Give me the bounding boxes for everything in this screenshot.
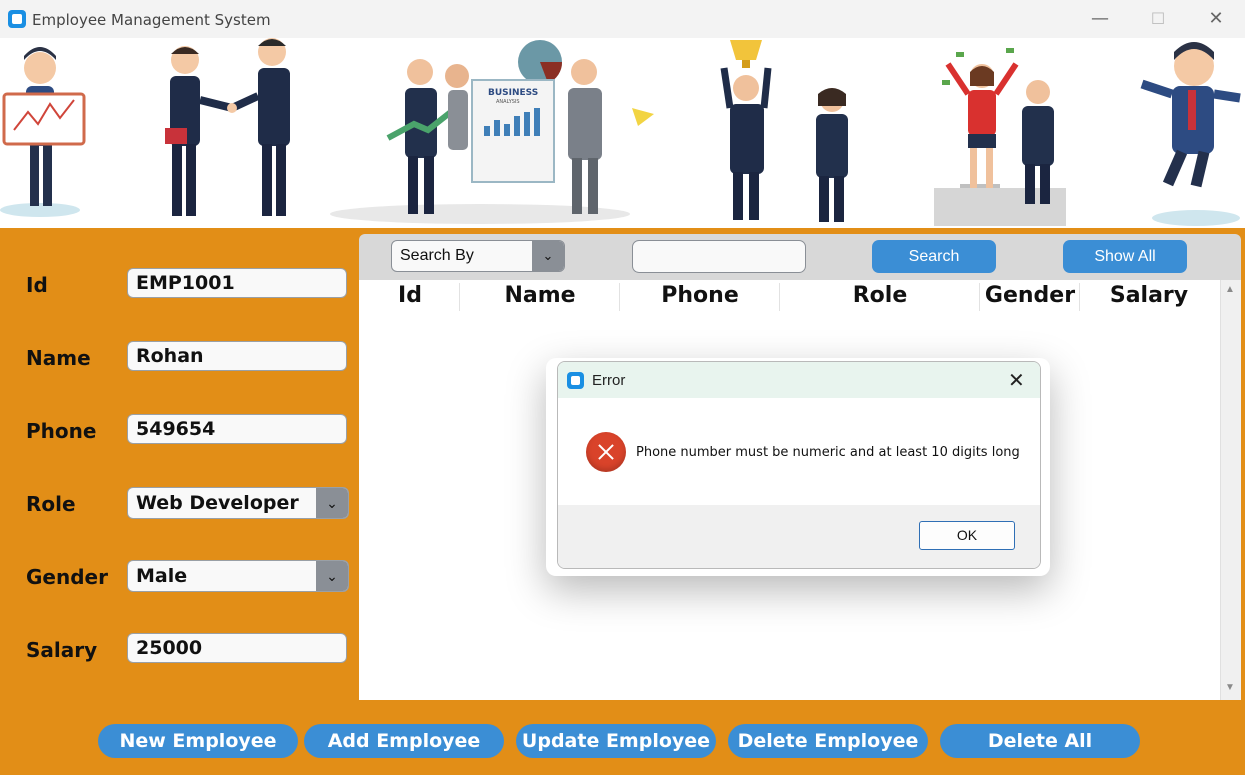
update-employee-button[interactable]: Update Employee bbox=[516, 724, 716, 758]
minimize-button[interactable]: — bbox=[1071, 0, 1129, 38]
gender-selected-value: Male bbox=[136, 565, 188, 587]
close-button[interactable]: ✕ bbox=[1187, 0, 1245, 38]
window-title: Employee Management System bbox=[32, 11, 271, 29]
chevron-down-icon[interactable]: ⌄ bbox=[316, 561, 348, 591]
column-header-gender[interactable]: Gender bbox=[980, 283, 1080, 309]
delete-employee-button[interactable]: Delete Employee bbox=[728, 724, 928, 758]
column-header-salary[interactable]: Salary bbox=[1080, 283, 1218, 309]
jumping-figure bbox=[1140, 42, 1241, 226]
scroll-down-icon[interactable]: ▼ bbox=[1225, 682, 1235, 693]
name-field[interactable]: Rohan bbox=[127, 341, 347, 371]
column-header-name[interactable]: Name bbox=[460, 283, 620, 309]
dialog-message: Phone number must be numeric and at leas… bbox=[636, 445, 1020, 460]
salary-label: Salary bbox=[26, 638, 98, 662]
column-header-role[interactable]: Role bbox=[780, 283, 980, 309]
handshake-figures bbox=[165, 38, 290, 216]
banner-illustration: BUSINESS ANALYSIS bbox=[0, 38, 1245, 228]
role-select[interactable]: Web Developer ⌄ bbox=[127, 487, 349, 519]
app-icon bbox=[567, 372, 584, 389]
maximize-button[interactable]: ☐ bbox=[1129, 0, 1187, 38]
error-dialog: Error ✕ Phone number must be numeric and… bbox=[557, 361, 1041, 569]
column-header-phone[interactable]: Phone bbox=[620, 283, 780, 309]
business-analysis-group: BUSINESS ANALYSIS bbox=[330, 40, 654, 224]
scroll-up-icon[interactable]: ▲ bbox=[1225, 284, 1235, 295]
delete-all-button[interactable]: Delete All bbox=[940, 724, 1140, 758]
phone-label: Phone bbox=[26, 419, 97, 443]
gender-label: Gender bbox=[26, 565, 108, 589]
business-people-illustration: BUSINESS ANALYSIS bbox=[0, 38, 1241, 226]
role-label: Role bbox=[26, 492, 76, 516]
svg-text:BUSINESS: BUSINESS bbox=[488, 88, 538, 98]
show-all-button[interactable]: Show All bbox=[1063, 240, 1187, 273]
podium-figures bbox=[934, 48, 1066, 226]
search-by-selected-value: Search By bbox=[400, 247, 474, 264]
svg-text:ANALYSIS: ANALYSIS bbox=[496, 99, 520, 105]
error-icon bbox=[586, 432, 626, 472]
salary-field[interactable]: 25000 bbox=[127, 633, 347, 663]
table-scrollbar[interactable]: ▲ ▼ bbox=[1220, 280, 1241, 700]
dialog-title-bar: Error ✕ bbox=[558, 362, 1040, 398]
phone-field[interactable]: 549654 bbox=[127, 414, 347, 444]
id-label: Id bbox=[26, 273, 48, 297]
id-field[interactable]: EMP1001 bbox=[127, 268, 347, 298]
presenter-figure bbox=[0, 47, 86, 217]
ok-button[interactable]: OK bbox=[919, 521, 1015, 550]
search-input[interactable] bbox=[632, 240, 806, 273]
gender-select[interactable]: Male ⌄ bbox=[127, 560, 349, 592]
role-selected-value: Web Developer bbox=[136, 492, 299, 514]
dialog-close-button[interactable]: ✕ bbox=[1008, 368, 1025, 392]
name-label: Name bbox=[26, 346, 91, 370]
title-bar: Employee Management System — ☐ ✕ bbox=[0, 0, 1245, 39]
add-employee-button[interactable]: Add Employee bbox=[304, 724, 504, 758]
chevron-down-icon[interactable]: ⌄ bbox=[532, 241, 564, 271]
app-icon bbox=[8, 10, 26, 28]
new-employee-button[interactable]: New Employee bbox=[98, 724, 298, 758]
dialog-title: Error bbox=[592, 372, 626, 389]
column-header-id[interactable]: Id bbox=[362, 283, 458, 309]
chevron-down-icon[interactable]: ⌄ bbox=[316, 488, 348, 518]
search-by-select[interactable]: Search By ⌄ bbox=[391, 240, 565, 272]
trophy-figures bbox=[720, 40, 848, 222]
search-button[interactable]: Search bbox=[872, 240, 996, 273]
